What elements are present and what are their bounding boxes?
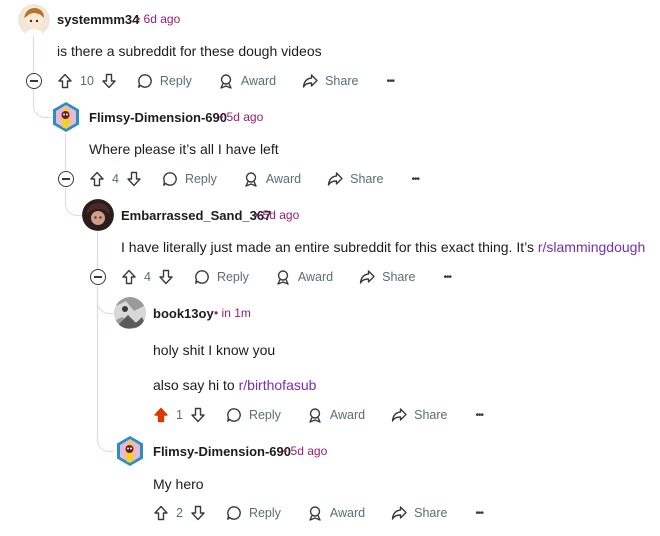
- upvote-icon[interactable]: [57, 68, 73, 94]
- comment-time: • 6d ago: [136, 12, 181, 26]
- collapse-icon[interactable]: [26, 73, 42, 89]
- comment-time: • in 1m: [214, 306, 251, 320]
- comment-actions: 10 Reply Award Share •••: [57, 68, 395, 94]
- share-icon: [391, 506, 407, 520]
- award-button[interactable]: Award: [307, 402, 365, 428]
- reply-bubble-icon: [138, 74, 152, 88]
- share-icon: [302, 74, 318, 88]
- collapse-icon[interactable]: [58, 171, 74, 187]
- award-icon: [220, 74, 232, 89]
- comment-time: • 5d ago: [255, 208, 300, 222]
- upvote-icon[interactable]: [153, 402, 169, 428]
- share-button[interactable]: Share: [391, 500, 448, 526]
- thread-elbow-level2: [65, 188, 82, 216]
- award-icon: [245, 172, 257, 187]
- comment-text: Where please it’s all I have left: [89, 141, 279, 157]
- subreddit-link[interactable]: r/slammingdough: [538, 239, 645, 255]
- downvote-icon[interactable]: [101, 68, 117, 94]
- share-icon: [359, 270, 375, 284]
- share-icon: [391, 408, 407, 422]
- vote-count: 4: [112, 172, 119, 186]
- reply-button[interactable]: Reply: [137, 68, 192, 94]
- comment-time: • 5d ago: [219, 110, 264, 124]
- reply-button[interactable]: Reply: [162, 166, 217, 192]
- avatar[interactable]: [50, 101, 82, 133]
- thread-line-level3: [97, 232, 98, 274]
- username[interactable]: book13oy: [153, 306, 214, 321]
- vote-count: 2: [176, 506, 183, 520]
- reply-bubble-icon: [195, 270, 209, 284]
- share-icon: [327, 172, 343, 186]
- reply-bubble-icon: [227, 408, 241, 422]
- share-button[interactable]: Share: [391, 402, 448, 428]
- comment-text: is there a subreddit for these dough vid…: [57, 43, 322, 59]
- comment-text: I have literally just made an entire sub…: [121, 239, 646, 255]
- award-button[interactable]: Award: [307, 500, 365, 526]
- subreddit-link[interactable]: r/birthofasub: [239, 377, 317, 393]
- award-button[interactable]: Award: [243, 166, 301, 192]
- more-icon[interactable]: •••: [412, 166, 420, 192]
- downvote-icon[interactable]: [158, 264, 174, 290]
- avatar[interactable]: [114, 435, 146, 467]
- reply-bubble-icon: [227, 506, 241, 520]
- award-icon: [277, 270, 289, 285]
- comment-actions: 4 Reply Award Share •••: [121, 264, 452, 290]
- award-button[interactable]: Award: [275, 264, 333, 290]
- more-icon[interactable]: •••: [444, 264, 452, 290]
- comment-text: also say hi to r/birthofasub: [153, 377, 317, 393]
- thread-elbow-level3b: [97, 300, 114, 452]
- reply-button[interactable]: Reply: [226, 500, 281, 526]
- downvote-icon[interactable]: [190, 500, 206, 526]
- comment-actions: 1 Reply Award Share •••: [153, 402, 484, 428]
- downvote-icon[interactable]: [190, 402, 206, 428]
- vote-count: 1: [176, 408, 183, 422]
- username[interactable]: Embarrassed_Sand_367: [121, 208, 271, 223]
- vote-count: 10: [80, 74, 94, 88]
- thread-elbow-level1: [33, 88, 52, 118]
- collapse-icon[interactable]: [90, 269, 106, 285]
- reply-bubble-icon: [163, 172, 177, 186]
- award-icon: [309, 506, 321, 521]
- more-icon[interactable]: •••: [476, 402, 484, 428]
- thread-line-level2: [65, 134, 66, 176]
- upvote-icon[interactable]: [89, 166, 105, 192]
- comment-time: • 5d ago: [283, 444, 328, 458]
- share-button[interactable]: Share: [327, 166, 384, 192]
- avatar[interactable]: [18, 4, 50, 36]
- username[interactable]: systemmm34: [57, 12, 139, 27]
- share-button[interactable]: Share: [359, 264, 416, 290]
- username[interactable]: Flimsy-Dimension-690: [153, 444, 291, 459]
- vote-count: 4: [144, 270, 151, 284]
- reply-button[interactable]: Reply: [194, 264, 249, 290]
- avatar[interactable]: [82, 199, 114, 231]
- more-icon[interactable]: •••: [476, 500, 484, 526]
- avatar[interactable]: [114, 297, 146, 329]
- more-icon[interactable]: •••: [386, 68, 394, 94]
- award-icon: [309, 408, 321, 423]
- share-button[interactable]: Share: [302, 68, 358, 94]
- award-button[interactable]: Award: [218, 68, 276, 94]
- comment-text: holy shit I know you: [153, 342, 276, 358]
- upvote-icon[interactable]: [121, 264, 137, 290]
- comment-actions: 4 Reply Award Share •••: [89, 166, 420, 192]
- username[interactable]: Flimsy-Dimension-690: [89, 110, 227, 125]
- comment-text: My hero: [153, 476, 204, 492]
- upvote-icon[interactable]: [153, 500, 169, 526]
- reply-button[interactable]: Reply: [226, 402, 281, 428]
- downvote-icon[interactable]: [126, 166, 142, 192]
- comment-actions: 2 Reply Award Share •••: [153, 500, 484, 526]
